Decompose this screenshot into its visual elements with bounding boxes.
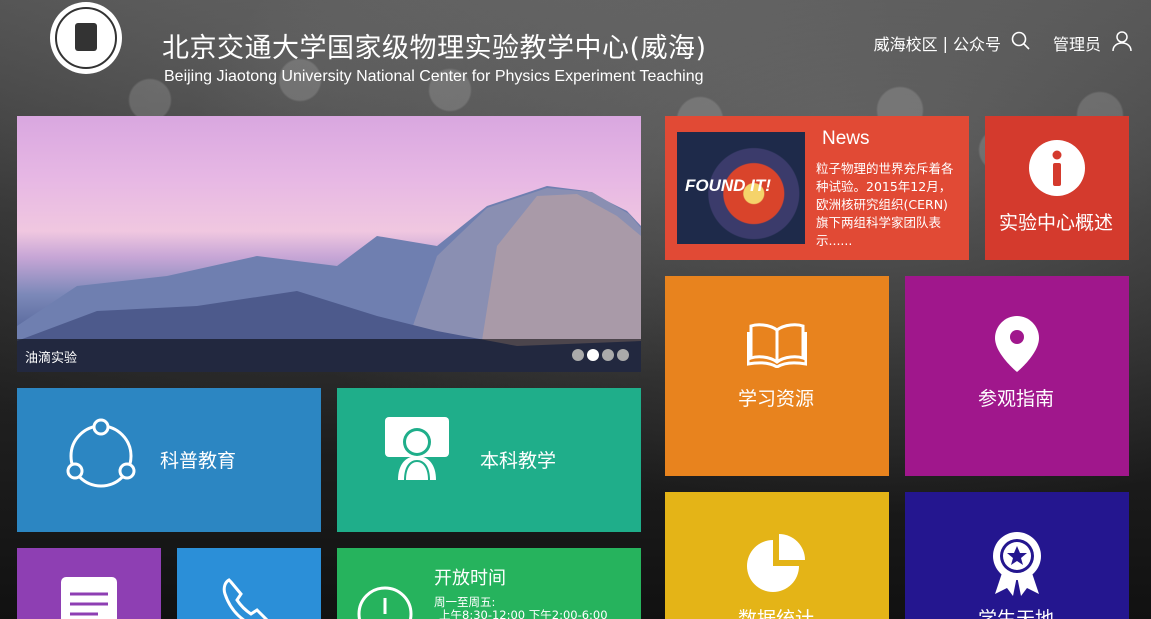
page-subtitle: Beijing Jiaotong University National Cen… — [164, 68, 704, 85]
page-title: 北京交通大学国家级物理实验教学中心(威海) — [162, 33, 707, 64]
carousel-caption: 油滴实验 — [25, 351, 78, 366]
news-image-text: FOUND IT! — [685, 176, 771, 195]
search-icon[interactable] — [1011, 31, 1031, 55]
nav-campus-link[interactable]: 威海校区 — [874, 31, 938, 55]
logo-emblem-icon — [55, 7, 117, 69]
info-icon — [1029, 140, 1085, 196]
open-time-hours: 上午8:30-12:00 下午2:00-6:00 — [439, 608, 608, 619]
pie-chart-icon — [747, 534, 805, 592]
overview-tile[interactable]: 实验中心概述 — [985, 116, 1129, 260]
news-image: FOUND IT! — [677, 132, 805, 244]
news-tile[interactable]: FOUND IT! News 粒子物理的世界充斥着各种试验。2015年12月，欧… — [665, 116, 969, 260]
nav-wechat-link[interactable]: 公众号 — [953, 31, 1001, 55]
header: 北京交通大学国家级物理实验教学中心(威海) Beijing Jiaotong U… — [0, 0, 1151, 100]
open-time-tile[interactable]: 开放时间 周一至周五: 上午8:30-12:00 下午2:00-6:00 — [337, 548, 641, 619]
share-network-icon — [66, 418, 136, 488]
learning-resources-label: 学习资源 — [738, 388, 815, 410]
carousel-dot-1[interactable] — [572, 349, 584, 361]
undergrad-teaching-label: 本科教学 — [480, 450, 557, 472]
user-icon[interactable] — [1111, 30, 1133, 56]
carousel-caption-bar: 油滴实验 — [17, 339, 641, 372]
carousel-mountain-image — [17, 186, 641, 372]
image-carousel[interactable]: 油滴实验 — [17, 116, 641, 372]
nav-admin-link[interactable]: 管理员 — [1053, 31, 1101, 55]
news-heading: News — [822, 128, 870, 149]
science-education-tile[interactable]: 科普教育 — [17, 388, 321, 532]
carousel-dot-4[interactable] — [617, 349, 629, 361]
data-stats-tile[interactable]: 数据统计 — [665, 492, 889, 619]
award-badge-icon — [993, 532, 1041, 596]
book-icon — [747, 323, 807, 368]
top-nav: 威海校区 | 公众号 管理员 — [874, 30, 1133, 56]
university-logo[interactable] — [50, 2, 122, 74]
learning-resources-tile[interactable]: 学习资源 — [665, 276, 889, 476]
news-excerpt: 粒子物理的世界充斥着各种试验。2015年12月，欧洲核研究组织(CERN)旗下两… — [816, 161, 954, 248]
overview-label: 实验中心概述 — [999, 212, 1114, 234]
clock-icon — [357, 586, 413, 619]
science-education-label: 科普教育 — [160, 450, 237, 472]
carousel-dot-2[interactable] — [587, 349, 599, 361]
visit-guide-tile[interactable]: 参观指南 — [905, 276, 1129, 476]
data-stats-label: 数据统计 — [738, 608, 815, 619]
carousel-dot-3[interactable] — [602, 349, 614, 361]
document-edit-icon — [61, 577, 117, 619]
carousel-dots — [572, 349, 629, 361]
open-time-heading: 开放时间 — [434, 568, 506, 589]
teacher-board-icon — [385, 417, 449, 480]
visit-guide-label: 参观指南 — [978, 388, 1055, 410]
nav-separator: | — [942, 33, 948, 53]
phone-icon — [222, 578, 269, 619]
undergrad-teaching-tile[interactable]: 本科教学 — [337, 388, 641, 532]
contact-tile[interactable] — [177, 548, 321, 619]
student-world-tile[interactable]: 学生天地 — [905, 492, 1129, 619]
document-tile[interactable] — [17, 548, 161, 619]
student-world-label: 学生天地 — [978, 608, 1055, 619]
location-pin-icon — [995, 316, 1039, 372]
